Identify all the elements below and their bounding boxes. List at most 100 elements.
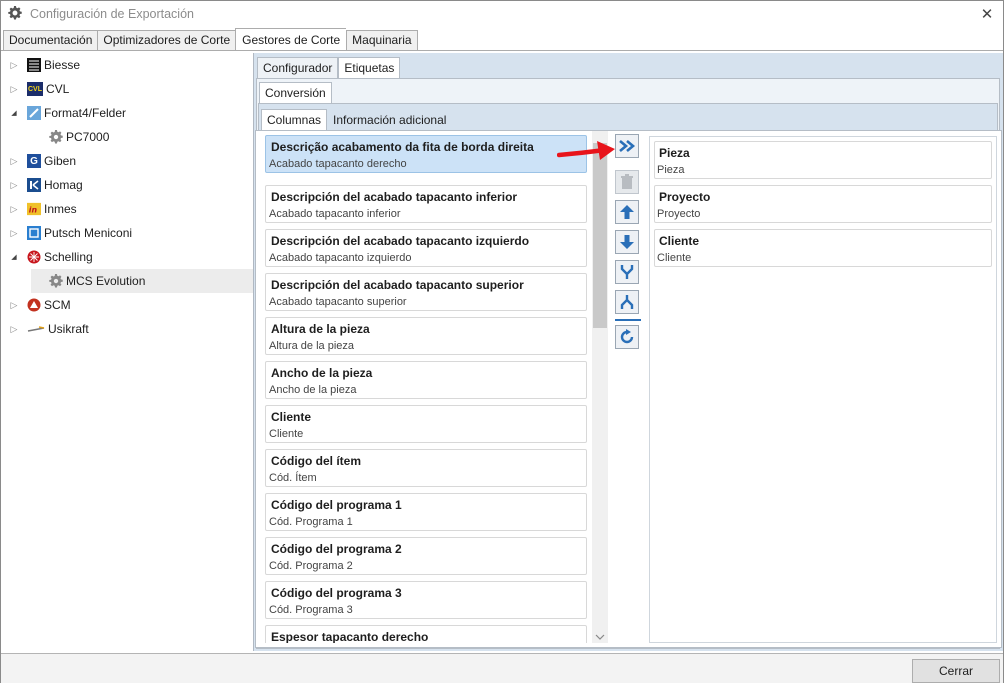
move-down-button[interactable]: [615, 230, 639, 254]
expand-icon[interactable]: ▷: [9, 204, 19, 215]
tree-item-format4[interactable]: ◢ Format4/Felder: [9, 101, 126, 125]
gear-icon: [8, 6, 22, 20]
expand-icon[interactable]: ▷: [9, 180, 19, 191]
tree-item-mcs-evolution[interactable]: MCS Evolution: [31, 269, 253, 293]
list-item[interactable]: Cliente Cliente: [654, 229, 992, 267]
tree-item-label: Giben: [44, 154, 77, 168]
column-subtitle: Altura de la pieza: [269, 340, 354, 352]
homag-logo-icon: [27, 178, 41, 192]
tree-item-homag[interactable]: ▷ Homag: [9, 173, 83, 197]
list-item[interactable]: Espesor tapacanto derecho: [265, 625, 587, 643]
list-item[interactable]: Descripción del acabado tapacanto izquie…: [265, 229, 587, 267]
column-title: Código del ítem: [271, 454, 361, 468]
column-title: Descripción del acabado tapacanto izquie…: [271, 234, 530, 248]
list-item[interactable]: Altura de la pieza Altura de la pieza: [265, 317, 587, 355]
list-item[interactable]: Proyecto Proyecto: [654, 185, 992, 223]
column-title: Código del programa 2: [271, 542, 402, 556]
inmes-logo-icon: in: [27, 202, 41, 216]
available-columns-list: Descrição acabamento da fita de borda di…: [256, 131, 609, 643]
collapse-icon[interactable]: ◢: [9, 253, 19, 261]
double-chevron-right-icon: [619, 140, 636, 152]
annotation-arrow-icon: [557, 141, 615, 160]
main-tab-strip: Documentación Optimizadores de Corte Ges…: [3, 28, 418, 51]
biesse-logo-icon: [27, 58, 41, 72]
tab-documentacion[interactable]: Documentación: [3, 30, 98, 51]
list-item[interactable]: Descripción del acabado tapacanto inferi…: [265, 185, 587, 223]
giben-logo-icon: G: [27, 154, 41, 168]
title-bar: Configuración de Exportación ✕: [1, 1, 1003, 27]
tab-maquinaria[interactable]: Maquinaria: [346, 30, 418, 51]
window-title: Configuración de Exportación: [30, 7, 194, 21]
tree-item-label: SCM: [44, 298, 71, 312]
putsch-logo-icon: [27, 226, 41, 240]
tree-item-label: Homag: [44, 178, 83, 192]
list-item[interactable]: Descrição acabamento da fita de borda di…: [265, 135, 587, 173]
expand-icon[interactable]: ▷: [9, 300, 19, 311]
column-subtitle: Cód. Programa 1: [269, 516, 353, 528]
column-subtitle: Cód. Programa 2: [269, 560, 353, 572]
tab-configurador[interactable]: Configurador: [257, 57, 339, 79]
gear-icon: [49, 274, 63, 288]
close-button[interactable]: Cerrar: [912, 659, 1000, 683]
close-window-button[interactable]: ✕: [977, 4, 997, 24]
column-title: Cliente: [659, 234, 700, 248]
column-subtitle: Cliente: [657, 252, 692, 264]
tab-columnas[interactable]: Columnas: [261, 109, 328, 131]
column-subtitle: Acabado tapacanto inferior: [269, 208, 401, 220]
column-title: Código del programa 3: [271, 586, 402, 600]
list-item[interactable]: Descripción del acabado tapacanto superi…: [265, 273, 587, 311]
refresh-button[interactable]: [615, 325, 639, 349]
arrow-up-icon: [620, 205, 634, 219]
refresh-icon: [620, 329, 634, 344]
tree-item-giben[interactable]: ▷ G Giben: [9, 149, 76, 173]
list-item[interactable]: Pieza Pieza: [654, 141, 992, 179]
tab-conversion[interactable]: Conversión: [259, 82, 332, 104]
tree-item-label: Schelling: [44, 250, 93, 264]
cvl-logo-icon: CVL: [27, 82, 43, 96]
expand-icon[interactable]: ▷: [9, 60, 19, 71]
tree-item-usikraft[interactable]: ▷ Usikraft: [9, 317, 89, 341]
tree-item-inmes[interactable]: ▷ in Inmes: [9, 197, 77, 221]
tree-item-putsch[interactable]: ▷ Putsch Meniconi: [9, 221, 132, 245]
scrollbar-thumb[interactable]: [593, 143, 607, 328]
scroll-down-icon[interactable]: [595, 634, 605, 640]
expand-icon[interactable]: ▷: [9, 84, 19, 95]
svg-text:in: in: [29, 206, 38, 215]
trash-icon: [621, 174, 633, 189]
tree-item-biesse[interactable]: ▷ Biesse: [9, 53, 80, 77]
tab-informacion-adicional[interactable]: Información adicional: [327, 109, 452, 131]
tree-item-label: Inmes: [44, 202, 77, 216]
tree-item-label: Format4/Felder: [44, 106, 127, 120]
tab-optimizadores[interactable]: Optimizadores de Corte: [97, 30, 236, 51]
column-subtitle: Cód. Ítem: [269, 472, 317, 484]
list-item[interactable]: Código del programa 2 Cód. Programa 2: [265, 537, 587, 575]
machine-tree: ▷ Biesse ▷ CVL CVL ◢ Format4/Felder PC70…: [1, 51, 253, 651]
collapse-icon[interactable]: ◢: [9, 109, 19, 117]
list-item[interactable]: Código del ítem Cód. Ítem: [265, 449, 587, 487]
tree-item-pc7000[interactable]: PC7000: [31, 125, 109, 149]
tree-item-cvl[interactable]: ▷ CVL CVL: [9, 77, 69, 101]
list-item[interactable]: Código del programa 1 Cód. Programa 1: [265, 493, 587, 531]
list-item[interactable]: Cliente Cliente: [265, 405, 587, 443]
config-tab-strip: Configurador Etiquetas: [257, 57, 401, 79]
tree-item-schelling[interactable]: ◢ Schelling: [9, 245, 93, 269]
merge-icon: [620, 265, 634, 279]
column-title: Espesor tapacanto derecho: [271, 630, 429, 643]
expand-icon[interactable]: ▷: [9, 228, 19, 239]
expand-icon[interactable]: ▷: [9, 324, 19, 335]
tab-gestores[interactable]: Gestores de Corte: [235, 28, 347, 51]
column-subtitle: Ancho de la pieza: [269, 384, 357, 396]
list-item[interactable]: Código del programa 3 Cód. Programa 3: [265, 581, 587, 619]
delete-button[interactable]: [615, 170, 639, 194]
move-up-button[interactable]: [615, 200, 639, 224]
tree-item-scm[interactable]: ▷ SCM: [9, 293, 71, 317]
split-icon: [620, 295, 634, 309]
tab-etiquetas[interactable]: Etiquetas: [338, 57, 401, 79]
expand-icon[interactable]: ▷: [9, 156, 19, 167]
column-title: Descripción del acabado tapacanto superi…: [271, 278, 524, 292]
vertical-scrollbar[interactable]: [592, 131, 608, 643]
column-title: Ancho de la pieza: [271, 366, 373, 380]
split-button[interactable]: [615, 290, 639, 314]
list-item[interactable]: Ancho de la pieza Ancho de la pieza: [265, 361, 587, 399]
merge-button[interactable]: [615, 260, 639, 284]
